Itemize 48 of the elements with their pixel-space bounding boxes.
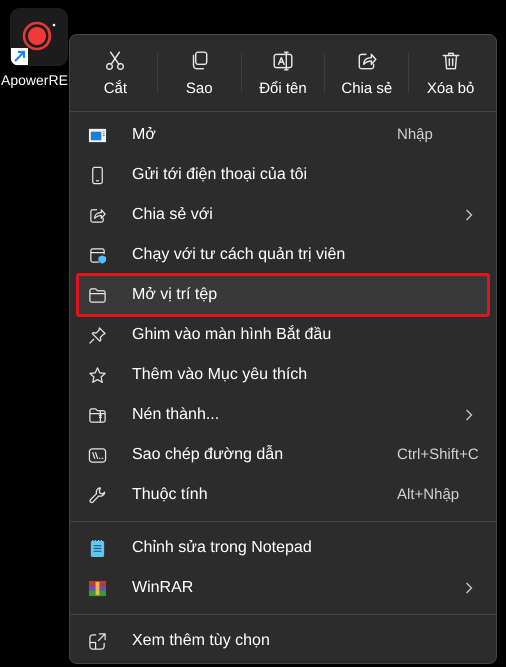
folder-icon	[88, 286, 107, 304]
shortcut-text: Nhập	[397, 126, 433, 143]
item-label: Chạy với tư cách quản trị viên	[132, 246, 346, 264]
menu-item[interactable]: Mở Nhập	[78, 115, 488, 155]
item-label: Mở vị trí tệp	[132, 286, 218, 304]
menu-item[interactable]: Sao chép đường dẫn Ctrl+Shift+C	[78, 435, 488, 475]
item-label: Chỉnh sửa trong Notepad	[132, 539, 312, 557]
menu-item[interactable]: Thuộc tính Alt+Nhập	[78, 475, 488, 515]
shortcut-text: Alt+Nhập	[397, 486, 460, 503]
menu-item[interactable]: Thêm vào Mục yêu thích	[78, 355, 488, 395]
item-label: Gửi tới điện thoại của tôi	[132, 166, 308, 184]
menu-item[interactable]: Chia sẻ với	[78, 195, 488, 235]
notepad-icon	[88, 538, 107, 558]
archive-stack-icon	[88, 578, 107, 598]
item-label: Xem thêm tùy chọn	[132, 632, 270, 650]
rename-icon	[272, 50, 294, 72]
menu-item[interactable]: WinRAR	[78, 568, 488, 608]
toolbar-button[interactable]: Chia sẻ	[325, 41, 408, 105]
wrench-icon	[88, 486, 107, 504]
star-icon	[88, 366, 107, 384]
item-label: Mở	[132, 126, 156, 144]
expand-icon	[88, 632, 107, 650]
menu-item[interactable]: Nén thành...	[78, 395, 488, 435]
toolbar-button[interactable]: Đổi tên	[242, 41, 324, 105]
item-label: WinRAR	[132, 579, 194, 597]
menu-item[interactable]: Mở vị trí tệp	[78, 275, 488, 315]
menu-item[interactable]: Chỉnh sửa trong Notepad	[78, 528, 488, 568]
path-icon	[88, 446, 107, 464]
toolbar-button[interactable]: Cắt	[74, 41, 157, 105]
toolbar-button[interactable]: Xóa bỏ	[409, 41, 492, 105]
toolbar-button[interactable]: Sao	[158, 41, 241, 105]
shortcut-label: ApowerRE	[0, 72, 69, 88]
menu-item[interactable]: Ghim vào màn hình Bắt đầu	[78, 315, 488, 355]
scissors-icon	[104, 50, 126, 72]
item-label: Nén thành...	[132, 406, 220, 424]
pin-icon	[88, 326, 107, 344]
item-label: Chia sẻ với	[132, 206, 213, 224]
menu-item[interactable]: Chạy với tư cách quản trị viên	[78, 235, 488, 275]
trash-icon	[440, 50, 462, 72]
shortcut-text: Ctrl+Shift+C	[397, 446, 479, 463]
item-label: Sao chép đường dẫn	[132, 446, 284, 464]
item-label: Ghim vào màn hình Bắt đầu	[132, 326, 332, 344]
zip-folder-icon	[88, 406, 107, 424]
item-label: Thêm vào Mục yêu thích	[132, 366, 308, 384]
menu-item[interactable]: Gửi tới điện thoại của tôi	[78, 155, 488, 195]
menu-item[interactable]: Xem thêm tùy chọn	[78, 621, 488, 661]
shield-window-icon	[88, 246, 107, 264]
item-label: Thuộc tính	[132, 486, 208, 504]
